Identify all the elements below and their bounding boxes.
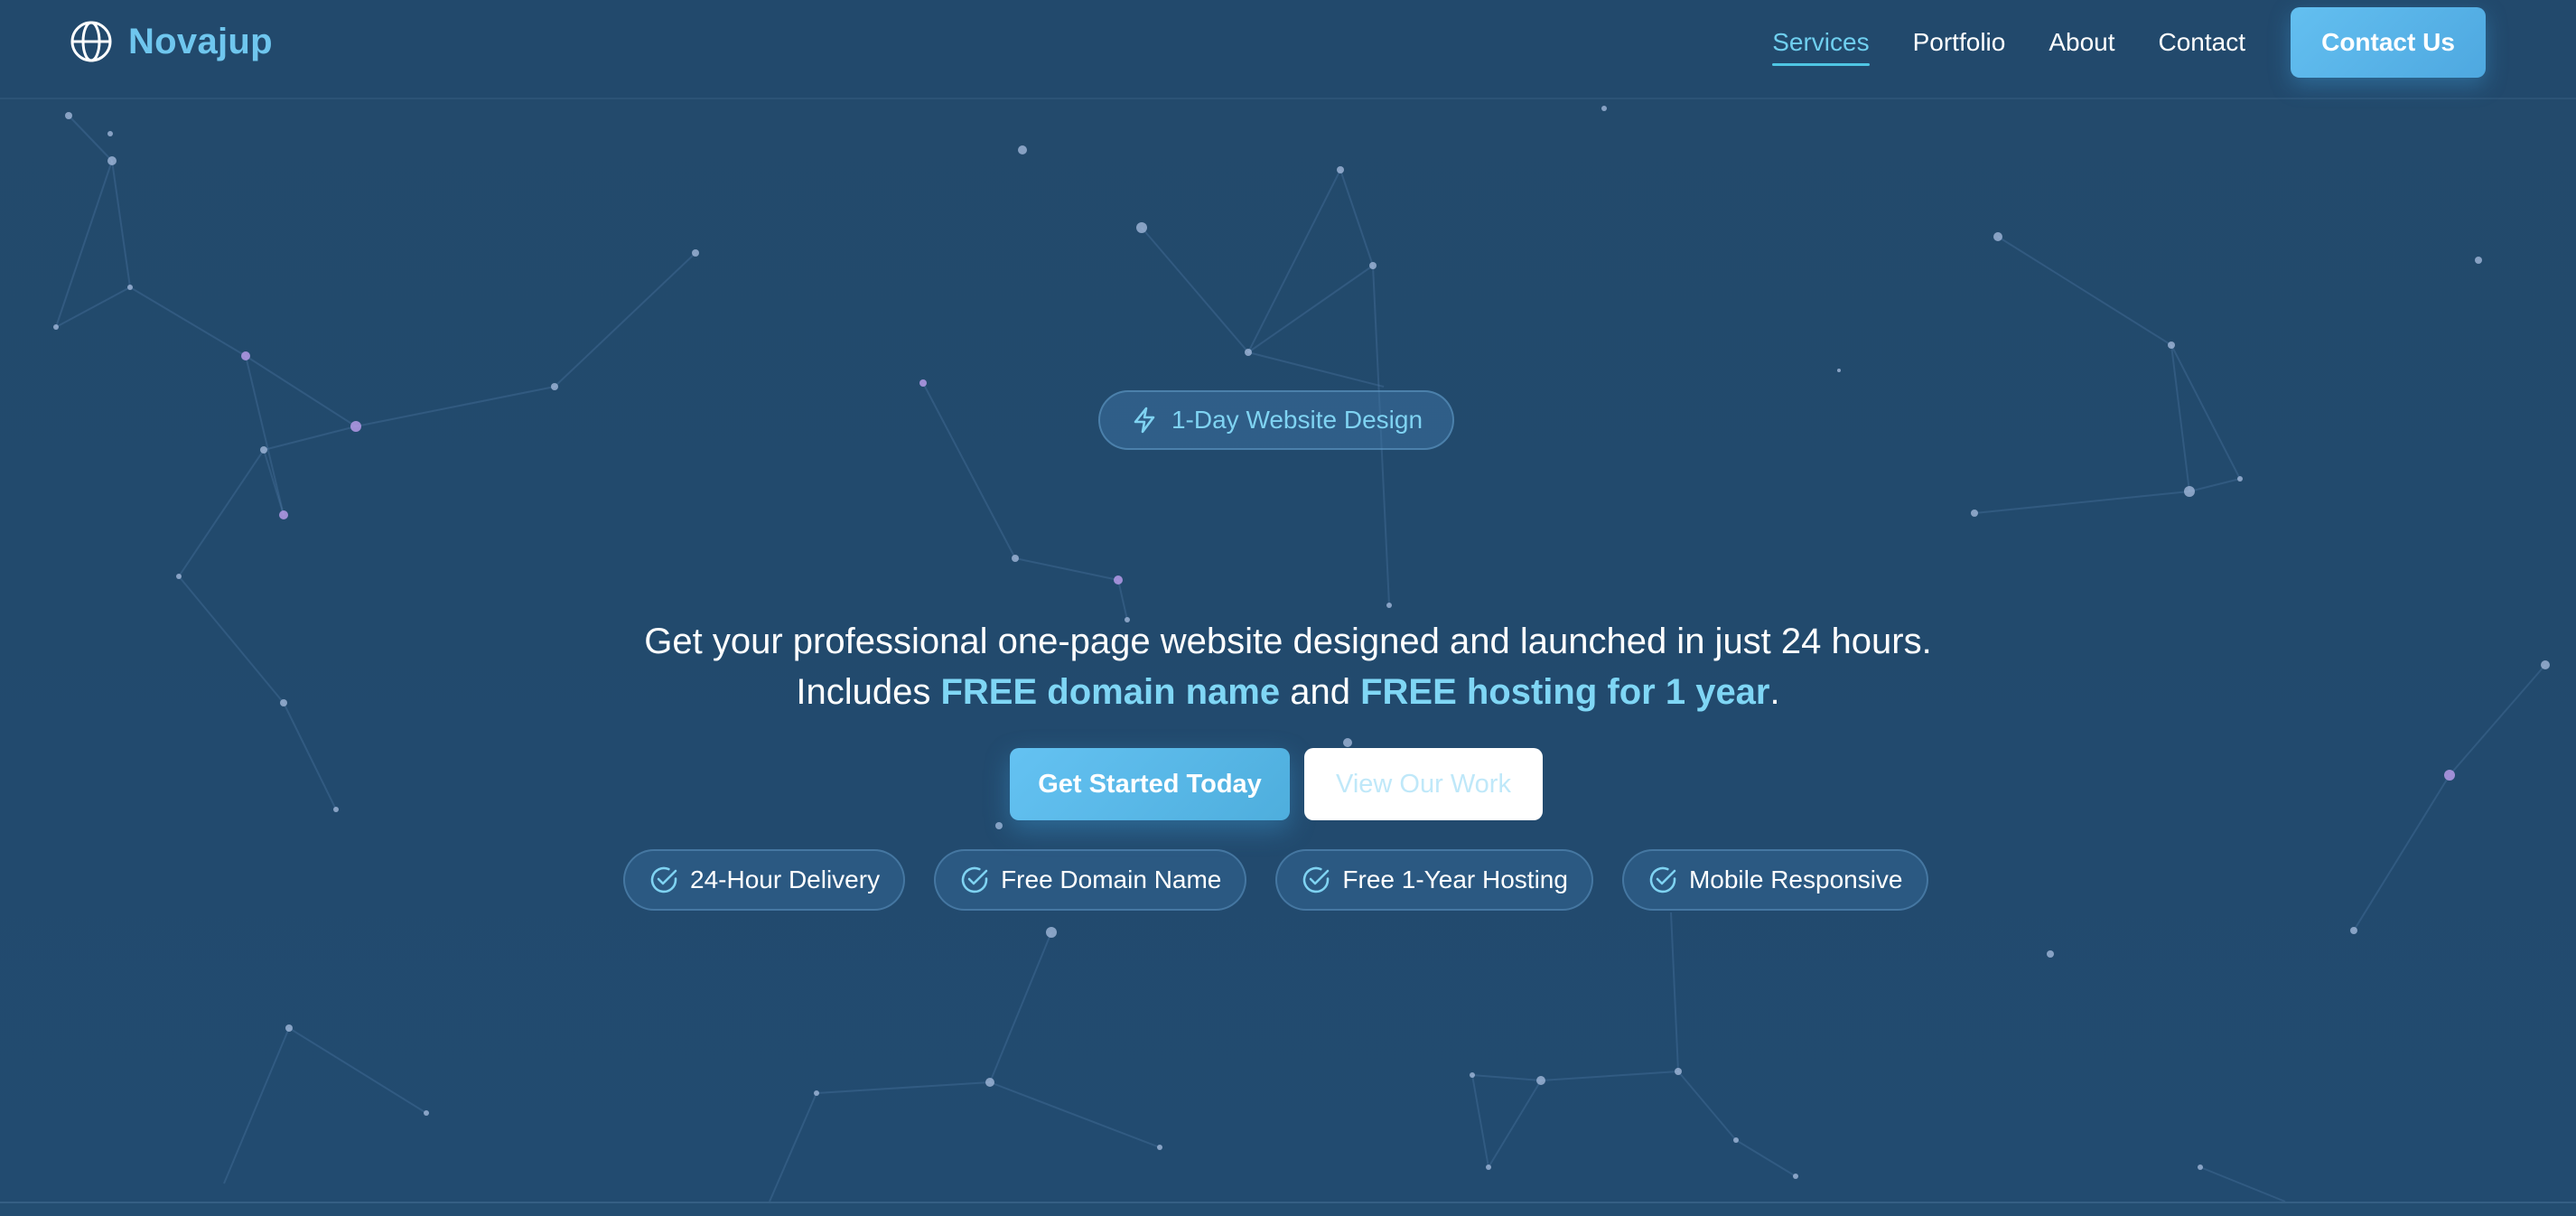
- feature-pill: Free Domain Name: [934, 849, 1247, 911]
- view-our-work-button[interactable]: View Our Work: [1304, 748, 1543, 820]
- get-started-button[interactable]: Get Started Today: [1010, 748, 1290, 820]
- hero-badge-label: 1-Day Website Design: [1171, 406, 1423, 434]
- nav-link-services[interactable]: Services: [1772, 23, 1870, 66]
- check-circle-icon: [1301, 865, 1331, 895]
- check-circle-icon: [1647, 865, 1678, 895]
- feature-label: Free 1-Year Hosting: [1342, 865, 1568, 893]
- globe-icon: [69, 19, 114, 64]
- free-domain-highlight: FREE domain name: [940, 672, 1281, 712]
- check-circle-icon: [649, 865, 679, 895]
- brand-name: Novajup: [128, 21, 273, 61]
- brand-logo[interactable]: Novajup: [69, 18, 273, 65]
- free-hosting-highlight: FREE hosting for 1 year: [1360, 672, 1770, 712]
- site-header: Novajup Services Portfolio About Contact…: [0, 0, 2576, 99]
- hero-line-2-suffix: .: [1769, 672, 1780, 712]
- feature-label: Free Domain Name: [1001, 865, 1222, 893]
- lightning-icon: [1130, 406, 1159, 435]
- nav-link-contact[interactable]: Contact: [2159, 23, 2246, 62]
- main-navigation: Services Portfolio About Contact Contact…: [1772, 7, 2486, 78]
- hero-cta-group: Get Started Today View Our Work: [1010, 748, 1543, 820]
- section-divider: [0, 1202, 2576, 1216]
- feature-pill: Mobile Responsive: [1621, 849, 1928, 911]
- hero-line-2-middle: and: [1280, 672, 1361, 712]
- hero-line-1: Get your professional one-page website d…: [644, 622, 1932, 661]
- background-network-decoration: [53, 106, 2550, 1202]
- nav-link-portfolio[interactable]: Portfolio: [1913, 23, 2006, 62]
- contact-us-button[interactable]: Contact Us: [2291, 7, 2486, 78]
- hero-description: Get your professional one-page website d…: [385, 616, 2191, 717]
- hero-line-2: Includes FREE domain name and FREE hosti…: [385, 667, 2191, 717]
- check-circle-icon: [959, 865, 990, 895]
- hero-badge: 1-Day Website Design: [1098, 390, 1454, 450]
- feature-list: 24-Hour Delivery Free Domain Name Free 1…: [623, 849, 1928, 911]
- feature-label: Mobile Responsive: [1688, 865, 1903, 893]
- feature-pill: Free 1-Year Hosting: [1275, 849, 1593, 911]
- feature-pill: 24-Hour Delivery: [623, 849, 906, 911]
- hero-line-2-prefix: Includes: [796, 672, 941, 712]
- nav-link-about[interactable]: About: [2049, 23, 2114, 62]
- feature-label: 24-Hour Delivery: [690, 865, 881, 893]
